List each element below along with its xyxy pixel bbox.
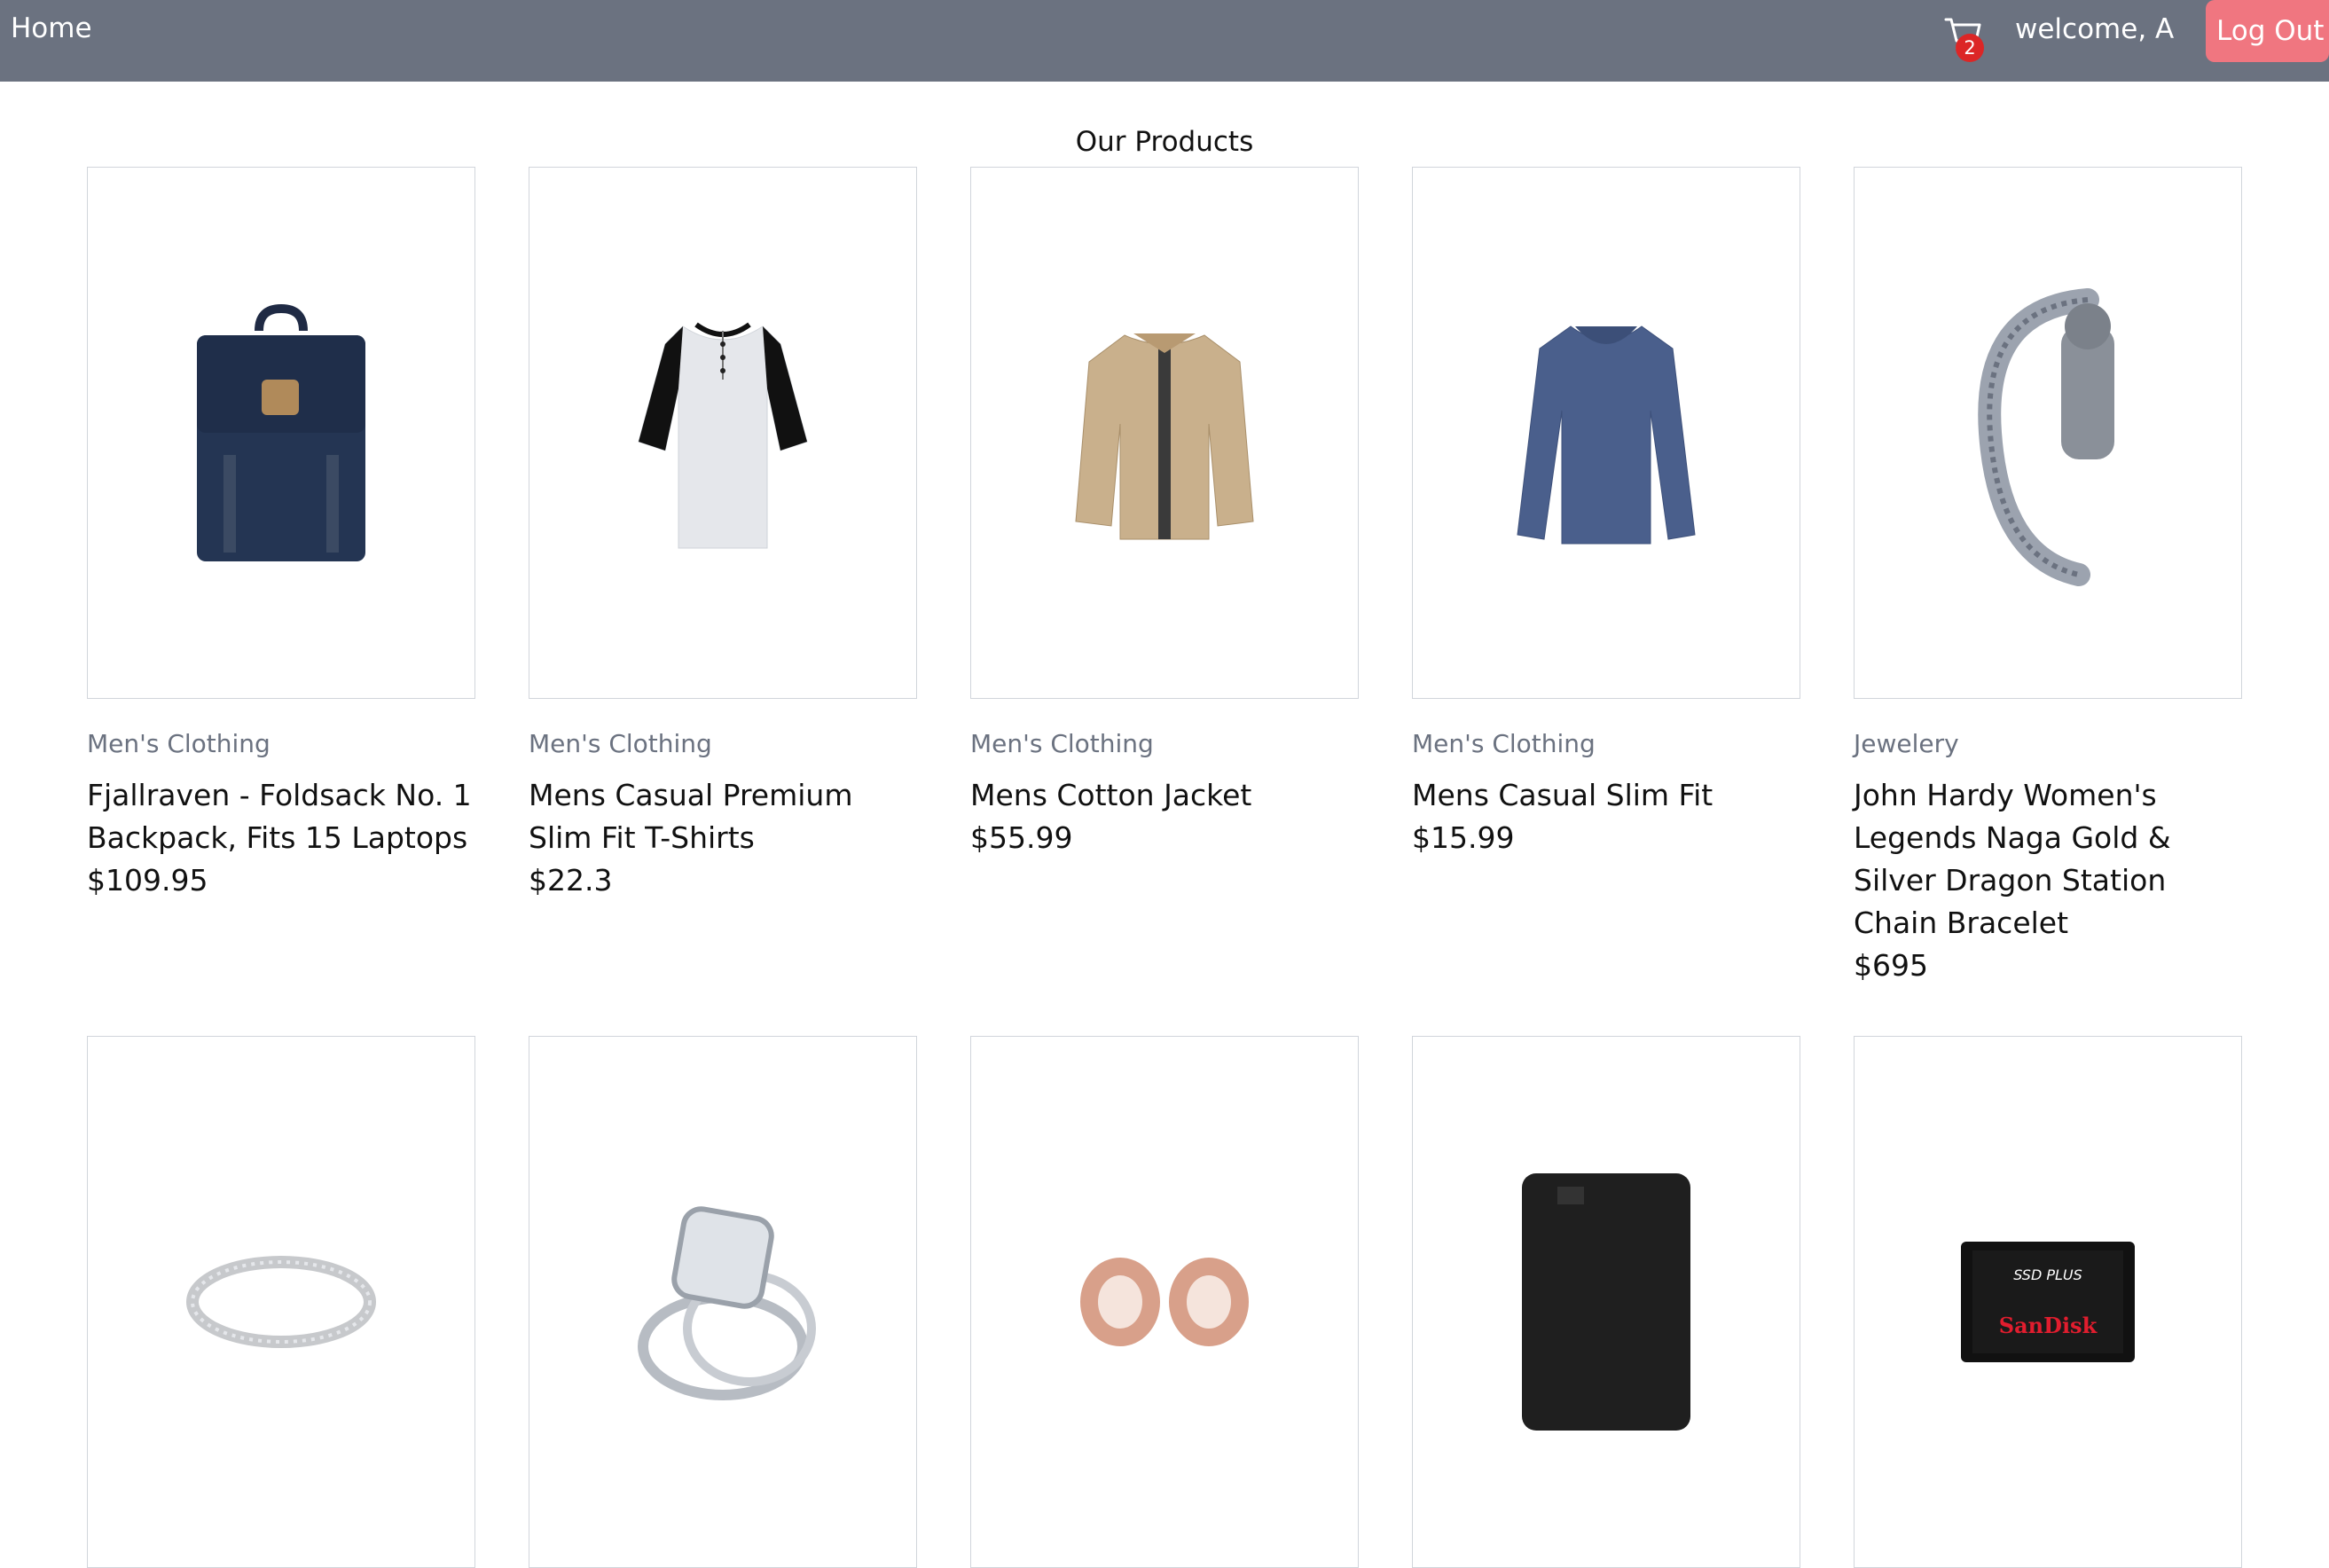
engagement-ring-image — [638, 1206, 816, 1400]
rose-gold-plugs-image — [1080, 1258, 1249, 1346]
top-nav-bar: Home 2 welcome, A Log Out — [0, 0, 2329, 82]
product-card[interactable]: Men's Clothing Mens Casual Premium Slim … — [529, 167, 917, 1036]
product-image[interactable] — [529, 167, 917, 699]
product-card[interactable]: SSD PLUS SanDisk — [1854, 1036, 2242, 1568]
cart-count-badge: 2 — [1956, 34, 1984, 62]
product-price: $695 — [1854, 948, 1928, 983]
product-image[interactable] — [970, 167, 1359, 699]
product-image[interactable] — [1412, 167, 1800, 699]
product-card[interactable]: Men's Clothing Mens Cotton Jacket $55.99 — [970, 167, 1359, 1036]
product-price: $15.99 — [1412, 820, 1515, 855]
product-image[interactable] — [1854, 167, 2242, 699]
product-price: $109.95 — [87, 863, 208, 898]
product-category: Men's Clothing — [529, 729, 712, 758]
product-category: Men's Clothing — [970, 729, 1154, 758]
bracelet-image — [1978, 288, 2114, 586]
longsleeve-shirt-image — [1517, 325, 1696, 545]
product-category: Men's Clothing — [1412, 729, 1596, 758]
external-drive-image — [1522, 1173, 1690, 1431]
product-price: $22.3 — [529, 863, 613, 898]
backpack-image — [197, 303, 365, 561]
product-category: Men's Clothing — [87, 729, 271, 758]
product-image[interactable]: SSD PLUS SanDisk — [1854, 1036, 2242, 1568]
ssd-line-1: SSD PLUS — [2013, 1266, 2082, 1283]
page-title: Our Products — [1075, 126, 1254, 158]
jacket-image — [1075, 333, 1254, 540]
product-category: Jewelery — [1854, 729, 1959, 758]
product-card[interactable] — [87, 1036, 475, 1568]
product-card[interactable]: Jewelery John Hardy Women's Legends Naga… — [1854, 167, 2242, 1036]
tshirt-image — [638, 322, 808, 549]
product-title[interactable]: Mens Casual Premium Slim Fit T-Shirts — [529, 774, 917, 859]
ssd-image: SSD PLUS SanDisk — [1961, 1242, 2135, 1362]
product-price: $55.99 — [970, 820, 1073, 855]
product-image[interactable] — [1412, 1036, 1800, 1568]
welcome-text: welcome, A — [2015, 13, 2175, 45]
product-card[interactable]: Men's Clothing Mens Casual Slim Fit $15.… — [1412, 167, 1800, 1036]
product-card[interactable] — [529, 1036, 917, 1568]
product-image[interactable] — [87, 167, 475, 699]
product-grid: Men's Clothing Fjallraven - Foldsack No.… — [87, 167, 2242, 1568]
product-card[interactable]: Men's Clothing Fjallraven - Foldsack No.… — [87, 167, 475, 1036]
product-card[interactable] — [970, 1036, 1359, 1568]
product-title[interactable]: Mens Casual Slim Fit — [1412, 774, 1800, 817]
home-link[interactable]: Home — [11, 12, 92, 44]
product-card[interactable] — [1412, 1036, 1800, 1568]
product-image[interactable] — [970, 1036, 1359, 1568]
product-title[interactable]: Fjallraven - Foldsack No. 1 Backpack, Fi… — [87, 774, 475, 859]
product-title[interactable]: Mens Cotton Jacket — [970, 774, 1359, 817]
ssd-brand: SanDisk — [1999, 1313, 2098, 1338]
logout-button[interactable]: Log Out — [2206, 0, 2329, 62]
product-image[interactable] — [87, 1036, 475, 1568]
ring-image — [186, 1256, 376, 1348]
product-title[interactable]: John Hardy Women's Legends Naga Gold & S… — [1854, 774, 2242, 945]
product-image[interactable] — [529, 1036, 917, 1568]
